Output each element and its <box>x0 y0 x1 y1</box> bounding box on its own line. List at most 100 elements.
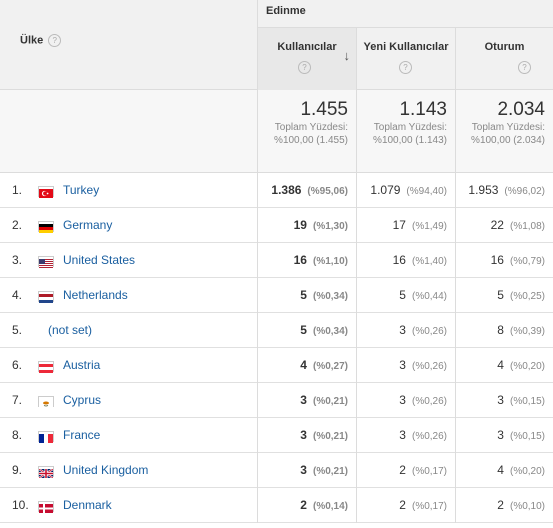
country-link[interactable]: Cyprus <box>63 393 101 407</box>
metric-value: 3 <box>300 393 307 407</box>
metric-percent: (%0,21) <box>312 396 348 407</box>
table-row: 1. Turkey 1.386 (%95,06) 1.079 (%94,40) 1.953 (… <box>0 173 553 208</box>
row-index: 2. <box>12 218 23 232</box>
help-icon[interactable]: ? <box>518 61 531 74</box>
country-link[interactable]: Turkey <box>63 183 99 197</box>
metric-value: 2 <box>399 463 406 477</box>
totals-row: 1.455 Toplam Yüzdesi: %100,00 (1.455) 1.… <box>0 90 553 173</box>
flag-cy-icon <box>38 396 54 408</box>
country-link[interactable]: Germany <box>63 218 112 232</box>
column-header-new-users[interactable]: Yeni Kullanıcılar ? <box>356 28 455 90</box>
metric-value: 3 <box>300 428 307 442</box>
total-sessions: 2.034 Toplam Yüzdesi: %100,00 (2.034) <box>455 90 553 173</box>
metric-percent: (%1,30) <box>312 221 348 232</box>
metric-percent: (%0,39) <box>509 326 545 337</box>
total-value: 2.034 <box>497 99 545 120</box>
flag-gb-icon <box>38 466 54 479</box>
users-cell: 3 (%0,21) <box>257 418 356 453</box>
metric-percent: (%0,44) <box>411 291 447 302</box>
metric-group-header: Edinme <box>257 0 553 28</box>
users-cell: 3 (%0,21) <box>257 383 356 418</box>
metric-value: 22 <box>490 218 504 232</box>
new-users-cell: 3 (%0,26) <box>356 383 455 418</box>
metric-value: 3 <box>399 393 406 407</box>
table-row: 5. (not set) 5 (%0,34) 3 (%0,26) 8 (%0,39) <box>0 313 553 348</box>
metric-percent: (%0,17) <box>411 501 447 512</box>
metric-percent: (%96,02) <box>504 186 545 197</box>
country-link[interactable]: United States <box>63 253 135 267</box>
row-index: 1. <box>12 183 23 197</box>
users-cell: 5 (%0,34) <box>257 278 356 313</box>
total-value: 1.143 <box>399 99 447 120</box>
flag-tr-icon <box>38 186 54 198</box>
metric-value: 16 <box>392 253 406 267</box>
row-index: 5. <box>12 323 23 337</box>
column-header-sessions[interactable]: Oturum ? <box>455 28 553 90</box>
users-cell: 3 (%0,21) <box>257 453 356 488</box>
metric-value: 3 <box>300 463 307 477</box>
country-link[interactable]: Austria <box>63 358 100 372</box>
users-cell: 2 (%0,14) <box>257 488 356 523</box>
table-row: 9. United Kingdom 3 (%0,21) 2 (%0,17) 4 (%0,20) <box>0 453 553 488</box>
sessions-cell: 5 (%0,25) <box>455 278 553 313</box>
metric-value: 1.953 <box>468 183 499 197</box>
metric-percent: (%0,20) <box>509 361 545 372</box>
new-users-cell: 17 (%1,49) <box>356 208 455 243</box>
help-icon[interactable]: ? <box>48 34 62 47</box>
metric-value: 4 <box>300 358 307 372</box>
help-icon[interactable]: ? <box>298 61 311 74</box>
dimension-label: Ülke <box>20 34 44 47</box>
metric-percent: (%1,40) <box>411 256 447 267</box>
metric-value: 16 <box>490 253 504 267</box>
total-percent: %100,00 (2.034) <box>471 135 545 146</box>
metric-value: 3 <box>497 428 504 442</box>
metric-percent: (%0,26) <box>411 326 447 337</box>
metric-percent: (%1,49) <box>411 221 447 232</box>
row-index: 4. <box>12 288 23 302</box>
dimension-header[interactable]: Ülke? <box>20 34 62 47</box>
flag-fr-icon <box>38 431 54 443</box>
new-users-cell: 3 (%0,26) <box>356 348 455 383</box>
metric-percent: (%0,21) <box>312 466 348 477</box>
sessions-cell: 3 (%0,15) <box>455 383 553 418</box>
metric-value: 17 <box>392 218 406 232</box>
users-cell: 19 (%1,30) <box>257 208 356 243</box>
new-users-cell: 5 (%0,44) <box>356 278 455 313</box>
flag-us-icon <box>38 256 54 268</box>
metric-value: 2 <box>399 498 406 512</box>
metric-value: 5 <box>300 288 307 302</box>
country-link[interactable]: Denmark <box>63 498 112 512</box>
metric-percent: (%0,26) <box>411 361 447 372</box>
metric-value: 1.079 <box>370 183 401 197</box>
metric-percent: (%95,06) <box>307 186 348 197</box>
country-link[interactable]: United Kingdom <box>63 463 148 477</box>
sort-descending-icon[interactable]: ↓ <box>344 48 351 63</box>
sessions-cell: 8 (%0,39) <box>455 313 553 348</box>
country-link[interactable]: (not set) <box>48 323 92 337</box>
metric-value: 5 <box>497 288 504 302</box>
table-row: 10. Denmark 2 (%0,14) 2 (%0,17) 2 (%0,10) <box>0 488 553 523</box>
table-row: 6. Austria 4 (%0,27) 3 (%0,26) 4 (%0,20) <box>0 348 553 383</box>
row-index: 8. <box>12 428 23 442</box>
metric-percent: (%0,34) <box>312 291 348 302</box>
total-users: 1.455 Toplam Yüzdesi: %100,00 (1.455) <box>257 90 356 173</box>
column-header-users[interactable]: Kullanıcılar ? ↓ <box>257 28 356 90</box>
row-index: 6. <box>12 358 23 372</box>
country-link[interactable]: France <box>63 428 100 442</box>
table-row: 8. France 3 (%0,21) 3 (%0,26) 3 (%0,15) <box>0 418 553 453</box>
metric-value: 3 <box>399 358 406 372</box>
metric-value: 4 <box>497 463 504 477</box>
country-link[interactable]: Netherlands <box>63 288 128 302</box>
users-cell: 4 (%0,27) <box>257 348 356 383</box>
sessions-cell: 16 (%0,79) <box>455 243 553 278</box>
metric-value: 2 <box>300 498 307 512</box>
total-value: 1.455 <box>300 99 348 120</box>
metric-value: 8 <box>497 323 504 337</box>
metric-percent: (%0,21) <box>312 431 348 442</box>
help-icon[interactable]: ? <box>399 61 412 74</box>
sessions-cell: 4 (%0,20) <box>455 453 553 488</box>
new-users-cell: 3 (%0,26) <box>356 418 455 453</box>
metric-percent: (%0,17) <box>411 466 447 477</box>
users-cell: 5 (%0,34) <box>257 313 356 348</box>
report-table: Ülke? Edinme Kullanıcılar ? ↓ Yeni Kulla… <box>0 0 553 528</box>
